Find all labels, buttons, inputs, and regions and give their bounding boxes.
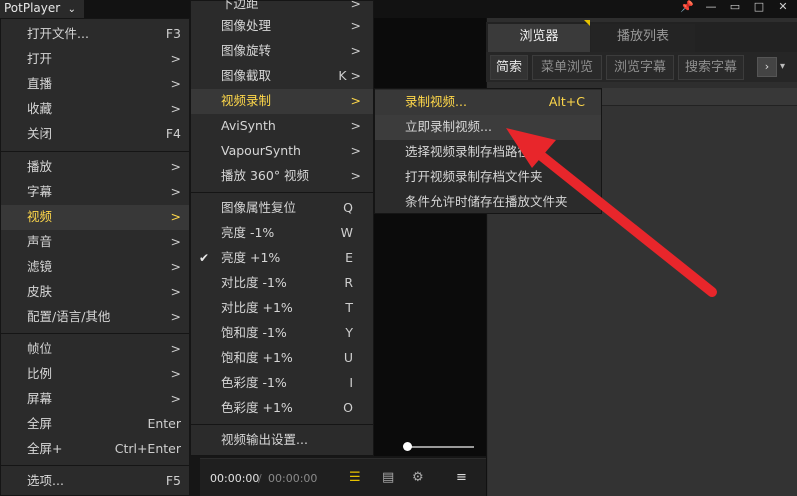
menu-item-audio[interactable]: 声音 >	[1, 230, 189, 255]
menu-item-contrast-up[interactable]: 对比度 +1% T	[191, 296, 373, 321]
subtitle-icon[interactable]: ▤	[382, 470, 394, 485]
menu-item-hue-up[interactable]: 色彩度 +1% O	[191, 396, 373, 421]
main-context-menu: 打开文件... F3 打开 > 直播 > 收藏 > 关闭 F4 播放 > 字幕 > 视频 > 声…	[0, 18, 190, 496]
time-total: 00:00:00	[268, 472, 318, 485]
menu-item-hue-down[interactable]: 色彩度 -1% I	[191, 371, 373, 396]
menu-separator	[191, 424, 373, 425]
menu-item-record-now[interactable]: 立即录制视频...	[375, 115, 601, 140]
menu-separator	[1, 333, 189, 334]
menu-item-video[interactable]: 视频 >	[1, 205, 189, 230]
menu-item-config-language[interactable]: 配置/语言/其他 >	[1, 305, 189, 330]
menu-item-open-record-folder[interactable]: 打开视频录制存档文件夹	[375, 165, 601, 190]
tab-browser[interactable]: 浏览器	[488, 24, 590, 52]
menu-item-saturation-up[interactable]: 饱和度 +1% U	[191, 346, 373, 371]
menu-item-image-rotation[interactable]: 图像旋转 >	[191, 39, 373, 64]
menu-item-live[interactable]: 直播 >	[1, 72, 189, 97]
chevron-down-icon: ⌄	[67, 4, 76, 15]
menu-icon[interactable]: ≡	[456, 470, 467, 485]
subtab-simple[interactable]: 简索	[490, 55, 528, 80]
subtab-search-subtitles[interactable]: 搜索字幕	[678, 55, 744, 80]
time-separator: /	[258, 472, 262, 485]
menu-item-screen[interactable]: 屏幕 >	[1, 387, 189, 412]
menu-item-brightness-down[interactable]: 亮度 -1% W	[191, 221, 373, 246]
tab-playlist[interactable]: 播放列表	[591, 24, 695, 52]
menu-separator	[191, 192, 373, 193]
volume-slider[interactable]	[406, 446, 474, 448]
more-icon[interactable]: ▾	[780, 57, 794, 77]
close-icon[interactable]: ✕	[772, 0, 794, 16]
menu-item-image-capture[interactable]: 图像截取 K >	[191, 64, 373, 89]
menu-separator	[1, 151, 189, 152]
menu-item-skins[interactable]: 皮肤 >	[1, 280, 189, 305]
checkmark-icon: ✔	[199, 251, 210, 265]
maximize-icon[interactable]: □	[748, 0, 770, 16]
chevron-right-icon[interactable]: ›	[757, 57, 777, 77]
playlist-search-icon[interactable]: ☰	[349, 470, 361, 485]
time-current: 00:00:00	[210, 472, 260, 485]
menu-item-choose-record-path[interactable]: 选择视频录制存档路径	[375, 140, 601, 165]
tab-indicator-icon	[584, 20, 590, 26]
menu-item-record-video[interactable]: 录制视频... Alt+C	[375, 90, 601, 115]
menu-item-video-recording[interactable]: 视频录制 >	[191, 89, 373, 114]
menu-item-vapoursynth[interactable]: VapourSynth >	[191, 139, 373, 164]
pin-icon[interactable]: 📌	[676, 0, 698, 16]
menu-item-options[interactable]: 选项... F5	[1, 469, 189, 494]
menu-item-favorites[interactable]: 收藏 >	[1, 97, 189, 122]
menu-item-saturation-down[interactable]: 饱和度 -1% Y	[191, 321, 373, 346]
app-title: PotPlayer	[4, 1, 61, 15]
menu-item-image-processing[interactable]: 图像处理 >	[191, 14, 373, 39]
menu-item-brightness-up[interactable]: ✔ 亮度 +1% E	[191, 246, 373, 271]
video-submenu: 下边距 > 图像处理 > 图像旋转 > 图像截取 K > 视频录制 > AviSynth >…	[190, 0, 374, 456]
menu-item-play[interactable]: 播放 >	[1, 155, 189, 180]
minimize-icon[interactable]: —	[700, 0, 722, 16]
menu-item-contrast-down[interactable]: 对比度 -1% R	[191, 271, 373, 296]
subtab-browse-subtitles[interactable]: 浏览字幕	[606, 55, 674, 80]
menu-item-open[interactable]: 打开 >	[1, 47, 189, 72]
app-menu-button[interactable]: PotPlayer ⌄	[0, 0, 84, 18]
menu-item-reset-image-properties[interactable]: 图像属性复位 Q	[191, 196, 373, 221]
menu-separator	[1, 465, 189, 466]
menu-item-play-360-video[interactable]: 播放 360° 视频 >	[191, 164, 373, 189]
restore-icon[interactable]: ▭	[724, 0, 746, 16]
menu-item-subtitles[interactable]: 字幕 >	[1, 180, 189, 205]
menu-item-close[interactable]: 关闭 F4	[1, 122, 189, 147]
volume-slider-knob[interactable]	[403, 442, 412, 451]
menu-item-fullscreen[interactable]: 全屏 Enter	[1, 412, 189, 437]
menu-item-video-output-settings[interactable]: 视频输出设置...	[191, 428, 373, 453]
video-recording-submenu: 录制视频... Alt+C 立即录制视频... 选择视频录制存档路径 打开视频录制…	[374, 88, 602, 214]
gear-icon[interactable]: ⚙	[412, 470, 424, 485]
menu-item-filters[interactable]: 滤镜 >	[1, 255, 189, 280]
menu-item-aspect-ratio[interactable]: 比例 >	[1, 362, 189, 387]
subtab-menu-browse[interactable]: 菜单浏览	[532, 55, 602, 80]
menu-item-avisynth[interactable]: AviSynth >	[191, 114, 373, 139]
menu-item-open-file[interactable]: 打开文件... F3	[1, 22, 189, 47]
menu-item-frame-position[interactable]: 帧位 >	[1, 337, 189, 362]
menu-item-save-in-play-folder[interactable]: 条件允许时储存在播放文件夹	[375, 190, 601, 215]
menu-item-fullscreen-plus[interactable]: 全屏+ Ctrl+Enter	[1, 437, 189, 462]
